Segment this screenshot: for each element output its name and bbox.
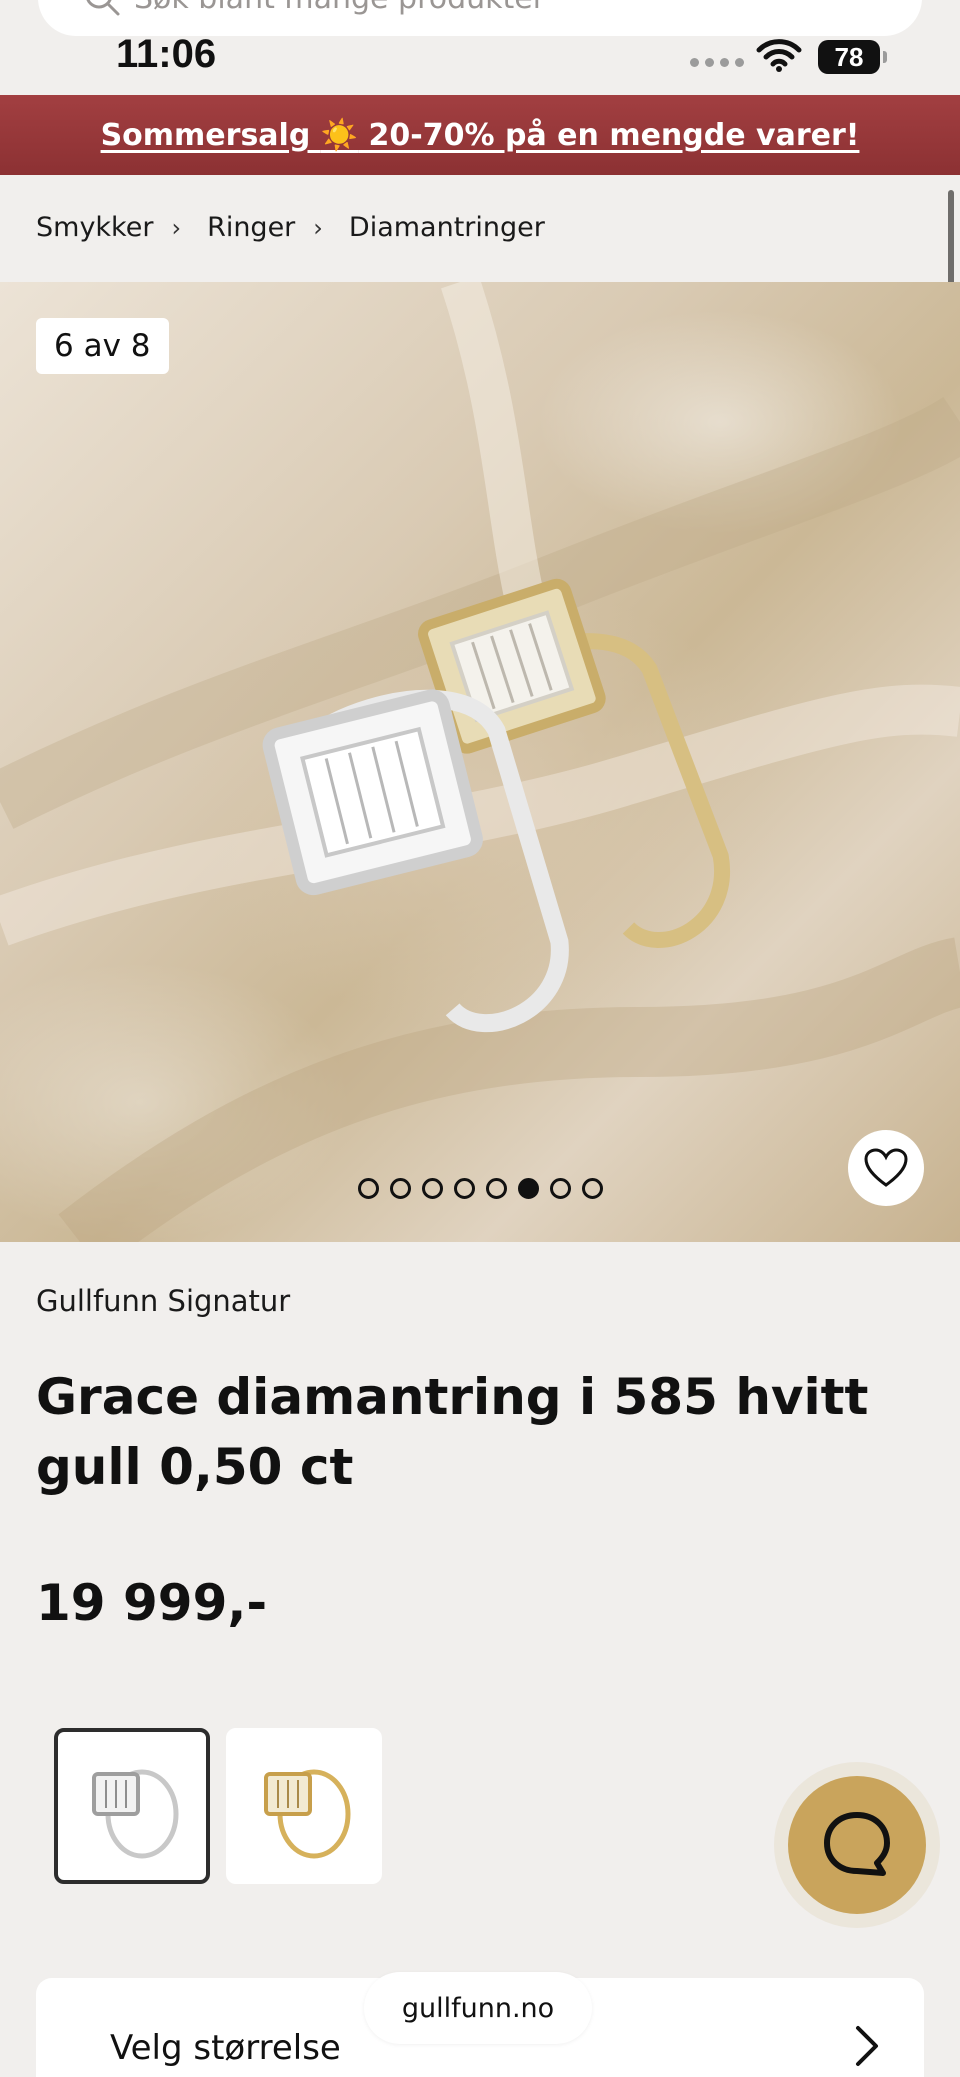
promo-link[interactable]: Sommersalg ☀️ 20-70% på en mengde varer! [101, 118, 860, 153]
promo-text-start: Sommersalg [100, 117, 321, 153]
gallery-dot[interactable] [486, 1178, 507, 1199]
product-photo [0, 282, 960, 1242]
wifi-icon [756, 39, 802, 72]
product-price: 19 999,- [36, 1574, 268, 1632]
battery-icon: 78 [818, 40, 887, 74]
browser-url: gullfunn.no [401, 1992, 555, 2024]
gallery-dot[interactable] [358, 1178, 379, 1199]
gallery-dot[interactable] [582, 1178, 603, 1199]
gallery-dot[interactable] [390, 1178, 411, 1199]
gallery-pagination[interactable] [358, 1178, 603, 1199]
cellular-signal-icon [690, 58, 744, 67]
chevron-right-icon [856, 2026, 878, 2066]
size-selector-label: Velg størrelse [110, 2028, 341, 2068]
breadcrumb-item-ringer[interactable]: Ringer [207, 212, 295, 243]
breadcrumb-item-diamantringer[interactable]: Diamantringer [349, 212, 545, 243]
gallery-dot[interactable] [422, 1178, 443, 1199]
heart-icon [864, 1148, 908, 1187]
product-brand[interactable]: Gullfunn Signatur [36, 1284, 290, 1318]
variant-selector [54, 1728, 382, 1884]
status-time: 11:06 [116, 32, 217, 76]
product-title: Grace diamantring i 585 hvitt gull 0,50 … [36, 1368, 869, 1496]
gallery-dot[interactable] [454, 1178, 475, 1199]
variant-yellow-gold[interactable] [226, 1728, 382, 1884]
yellow-gold-ring-thumbnail [264, 1769, 351, 1859]
chevron-right-icon: › [313, 213, 323, 242]
sun-icon: ☀️ [320, 117, 359, 153]
search-icon [86, 0, 120, 16]
search-placeholder[interactable]: Søk blant mange produkter [134, 0, 545, 16]
battery-level: 78 [834, 41, 864, 72]
favorite-button[interactable] [848, 1130, 924, 1206]
breadcrumb: Smykker › Ringer › Diamantringer [36, 212, 545, 243]
variant-white-gold[interactable] [54, 1728, 210, 1884]
promo-banner[interactable]: Sommersalg ☀️ 20-70% på en mengde varer! [0, 95, 960, 175]
status-bar: 11:06 78 [0, 28, 960, 88]
image-counter: 6 av 8 [36, 318, 169, 374]
gallery-dot-active[interactable] [518, 1178, 539, 1199]
gallery-dot[interactable] [550, 1178, 571, 1199]
chevron-right-icon: › [171, 213, 182, 242]
chat-bubble-icon [824, 1812, 890, 1876]
browser-url-bar[interactable]: gullfunn.no [364, 1972, 592, 2044]
chat-button[interactable] [788, 1776, 926, 1914]
product-image-gallery[interactable]: 6 av 8 [0, 282, 960, 1242]
white-gold-ring-thumbnail [92, 1769, 179, 1859]
breadcrumb-item-smykker[interactable]: Smykker [36, 212, 153, 243]
promo-text-end: 20-70% på en mengde varer! [358, 117, 860, 153]
